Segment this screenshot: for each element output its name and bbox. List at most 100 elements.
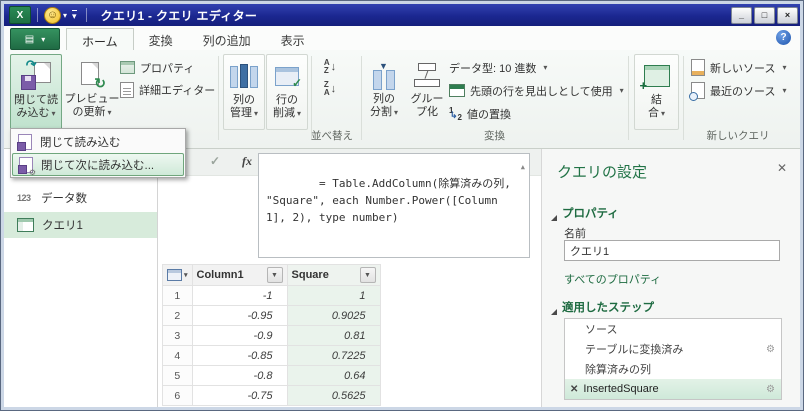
- sidebar-item-data-count[interactable]: 123 データ数: [4, 186, 157, 210]
- smiley-feedback-icon[interactable]: ☺: [44, 6, 61, 24]
- tab-transform[interactable]: 変換: [134, 28, 188, 50]
- sort-ascending-button[interactable]: AZ ↓: [315, 58, 345, 76]
- recent-sources-icon: [689, 82, 705, 101]
- table-row[interactable]: 3 -0.9 0.81: [162, 325, 381, 346]
- filter-button[interactable]: ▼: [266, 267, 283, 283]
- cell-column1[interactable]: -0.8: [191, 365, 288, 386]
- sort-descending-button[interactable]: ZA ↓: [315, 80, 345, 98]
- cell-square[interactable]: 0.5625: [286, 385, 381, 406]
- close-and-load-icon: [17, 133, 32, 151]
- table-row[interactable]: 6 -0.75 0.5625: [162, 385, 381, 406]
- refresh-preview-label2: の更新 ▾: [72, 106, 112, 118]
- quick-access-toolbar-caret-icon[interactable]: ▾: [72, 9, 77, 21]
- file-menu-button[interactable]: ▤ ▾: [10, 28, 60, 50]
- close-and-load-icon: ↷: [21, 56, 51, 94]
- cell-square[interactable]: 0.64: [286, 365, 381, 386]
- cell-square[interactable]: 1: [286, 285, 381, 306]
- close-button[interactable]: ×: [777, 6, 798, 24]
- formula-input[interactable]: = Table.AddColumn(除算済みの列, "Square", each…: [258, 153, 530, 258]
- reduce-rows-button[interactable]: ✓ 行の 削減 ▾: [266, 54, 308, 130]
- recent-sources-button[interactable]: 最近のソース ▾: [689, 82, 787, 101]
- properties-button[interactable]: プロパティ: [120, 59, 194, 76]
- close-and-load-label: 閉じて読: [14, 94, 58, 106]
- step-inserted-square[interactable]: ✕ InsertedSquare ⚙: [565, 379, 781, 399]
- row-number: 6: [162, 385, 193, 406]
- split-column-button[interactable]: ▼ 列の 分割 ▾: [363, 54, 405, 130]
- table-row[interactable]: 5 -0.8 0.64: [162, 365, 381, 386]
- step-converted-to-table[interactable]: テーブルに変換済み ⚙: [565, 339, 781, 359]
- column-header-square[interactable]: Square ▼: [286, 264, 381, 286]
- recent-sources-label: 最近のソース: [710, 85, 776, 98]
- menu-item-label: 閉じて次に読み込む...: [41, 159, 155, 172]
- step-divided-column[interactable]: 除算済みの列: [565, 359, 781, 379]
- window-controls: _ □ ×: [731, 6, 798, 24]
- column-header-column1[interactable]: Column1 ▼: [191, 264, 288, 286]
- table-corner-cell[interactable]: ▾: [162, 264, 193, 286]
- new-source-button[interactable]: 新しいソース ▾: [691, 59, 786, 76]
- cell-square[interactable]: 0.81: [286, 325, 381, 346]
- help-icon[interactable]: ?: [776, 30, 791, 45]
- collapse-formula-icon[interactable]: ▲: [521, 159, 525, 176]
- sort-group-label: 並べ替え: [311, 130, 353, 142]
- menu-item-close-and-load[interactable]: 閉じて読み込む: [12, 130, 184, 153]
- sidebar-item-query1[interactable]: クエリ1: [4, 212, 157, 238]
- titlebar-divider: [85, 8, 87, 22]
- menu-item-close-and-load-to[interactable]: 閉じて次に読み込む...: [12, 153, 184, 177]
- title-bar: X ☺ ▾ ▾ クエリ1 - クエリ エディター _ □ ×: [4, 4, 800, 26]
- step-source[interactable]: ソース: [565, 319, 781, 339]
- properties-section-header[interactable]: プロパティ: [551, 205, 619, 221]
- step-label: テーブルに変換済み: [585, 344, 684, 356]
- group-by-button[interactable]: グルー プ化: [406, 54, 448, 130]
- chevron-down-icon: ▾: [782, 86, 787, 95]
- refresh-preview-label: プレビュー: [64, 93, 120, 105]
- delete-step-icon[interactable]: ✕: [570, 384, 578, 395]
- chevron-down-icon: ▾: [543, 63, 548, 72]
- panel-close-icon[interactable]: ✕: [777, 161, 787, 175]
- manage-columns-button[interactable]: 列の 管理 ▾: [223, 54, 265, 130]
- transform-group-label: 変換: [484, 130, 505, 142]
- table-row[interactable]: 1 -1 1: [162, 285, 381, 306]
- cell-column1[interactable]: -0.85: [191, 345, 288, 366]
- smiley-caret-icon[interactable]: ▾: [63, 11, 67, 20]
- tab-add-column[interactable]: 列の追加: [188, 28, 266, 50]
- reduce-rows-label2: 削減 ▾: [272, 107, 301, 119]
- table-row[interactable]: 2 -0.95 0.9025: [162, 305, 381, 326]
- applied-steps-list: ソース テーブルに変換済み ⚙ 除算済みの列 ✕ InsertedSquare …: [564, 318, 782, 400]
- advanced-editor-button[interactable]: 詳細エディター: [120, 81, 215, 98]
- row-number: 5: [162, 365, 193, 386]
- cell-column1[interactable]: -0.75: [191, 385, 288, 406]
- editor-content: 123 データ数 クエリ1 ✕ ✓ fx = Table.AddColumn(除…: [4, 148, 800, 407]
- table-header-row: ▾ Column1 ▼ Square ▼: [162, 264, 381, 286]
- combine-button[interactable]: + 結 合 ▾: [634, 54, 679, 130]
- all-properties-link[interactable]: すべてのプロパティ: [564, 271, 661, 287]
- query-name-field[interactable]: [564, 240, 780, 261]
- applied-steps-section-header[interactable]: 適用したステップ: [551, 299, 654, 315]
- sort-arrow-icon: ↓: [330, 83, 337, 95]
- cell-column1[interactable]: -0.95: [191, 305, 288, 326]
- cell-column1[interactable]: -1: [191, 285, 288, 306]
- replace-values-button[interactable]: 1 ↳ 2 値の置換: [449, 105, 511, 122]
- minimize-button[interactable]: _: [731, 6, 752, 24]
- use-first-row-as-headers-button[interactable]: 先頭の行を見出しとして使用 ▾: [449, 82, 624, 99]
- refresh-preview-button[interactable]: ↻ プレビュー の更新 ▾: [64, 54, 120, 130]
- cell-column1[interactable]: -0.9: [191, 325, 288, 346]
- formula-check-icon[interactable]: ✓: [210, 154, 220, 168]
- maximize-button[interactable]: □: [754, 6, 775, 24]
- close-and-load-button[interactable]: ↷ 閉じて読 み込む ▾: [10, 54, 62, 130]
- new-query-group-label: 新しいクエリ: [706, 130, 770, 142]
- tab-view[interactable]: 表示: [266, 28, 320, 50]
- first-row-headers-icon: [449, 84, 465, 97]
- section-label: プロパティ: [562, 208, 619, 220]
- data-preview-table: ▾ Column1 ▼ Square ▼ 1 -1 1 2 -0.95 0.90…: [162, 264, 381, 406]
- table-row[interactable]: 4 -0.85 0.7225: [162, 345, 381, 366]
- panel-title: クエリの設定: [557, 164, 648, 181]
- gear-icon[interactable]: ⚙: [766, 344, 775, 355]
- filter-button[interactable]: ▼: [359, 267, 376, 283]
- tab-home[interactable]: ホーム: [66, 28, 134, 50]
- data-type-button[interactable]: データ型: 10 進数 ▾: [449, 59, 547, 76]
- cell-square[interactable]: 0.7225: [286, 345, 381, 366]
- cell-square[interactable]: 0.9025: [286, 305, 381, 326]
- window-title: クエリ1 - クエリ エディター: [100, 8, 258, 23]
- gear-icon[interactable]: ⚙: [766, 384, 775, 395]
- new-source-icon: [691, 59, 705, 76]
